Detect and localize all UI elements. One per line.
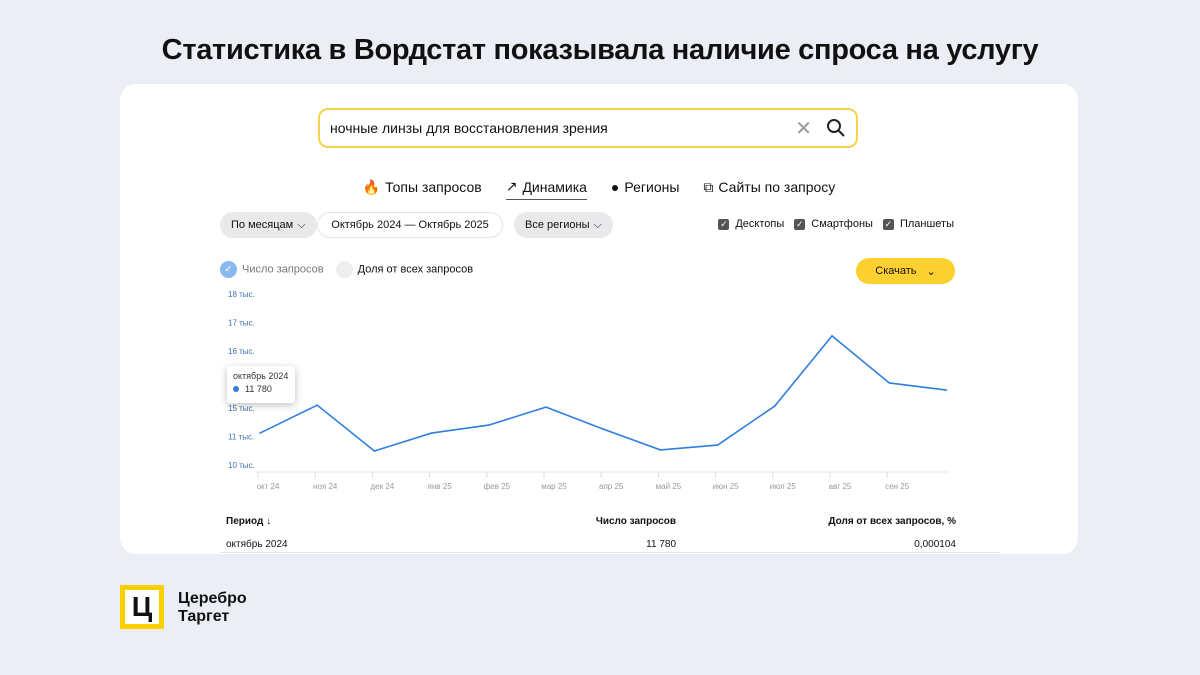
row-divider bbox=[220, 552, 1000, 553]
cell-count: 11 780 bbox=[646, 539, 676, 550]
data-point bbox=[430, 432, 433, 434]
x-tick-label: фев 25 bbox=[484, 482, 511, 491]
series-line bbox=[259, 334, 947, 452]
x-tick-label: июл 25 bbox=[770, 482, 797, 491]
chart-tooltip: октябрь 2024 11 780 bbox=[227, 366, 295, 403]
cell-period: октябрь 2024 bbox=[226, 539, 288, 550]
data-point bbox=[831, 335, 833, 337]
x-tick-label: апр 25 bbox=[599, 482, 624, 491]
x-tick-label: дек 24 bbox=[371, 482, 395, 491]
data-point bbox=[716, 444, 719, 446]
x-tick-label: июн 25 bbox=[713, 482, 740, 491]
x-tick-label: сен 25 bbox=[885, 482, 910, 491]
brand-logo: Ц bbox=[120, 585, 164, 629]
data-point bbox=[945, 389, 948, 391]
data-point bbox=[774, 405, 776, 407]
column-header-count[interactable]: Число запросов bbox=[596, 516, 676, 527]
x-tick-label: мар 25 bbox=[541, 482, 567, 491]
data-point bbox=[316, 404, 318, 406]
x-tick-label: окт 24 bbox=[257, 482, 280, 491]
x-tick-label: май 25 bbox=[656, 482, 682, 491]
brand-line1: Церебро bbox=[178, 590, 247, 607]
series-dot-icon bbox=[233, 386, 239, 392]
brand-name: Церебро Таргет bbox=[178, 590, 247, 626]
y-tick-label: 16 тыс. bbox=[228, 347, 255, 356]
x-tick-label: авг 25 bbox=[829, 482, 852, 491]
y-tick-label: 18 тыс. bbox=[228, 290, 255, 299]
line-chart: 10 тыс. 11 тыс. 15 тыс. 16 тыс. 17 тыс. 18 ты… bbox=[228, 290, 948, 491]
tooltip-month: октябрь 2024 bbox=[233, 371, 289, 381]
y-tick-label: 15 тыс. bbox=[228, 404, 255, 413]
data-point bbox=[259, 432, 261, 434]
x-tick-label: ноя 24 bbox=[313, 482, 338, 491]
x-tick-label: янв 25 bbox=[428, 482, 453, 491]
data-point bbox=[659, 449, 662, 451]
data-point bbox=[488, 424, 490, 426]
column-header-period[interactable]: Период ↓ bbox=[226, 516, 271, 527]
data-point bbox=[602, 428, 604, 430]
brand-line2: Таргет bbox=[178, 608, 230, 625]
tooltip-value: 11 780 bbox=[245, 384, 272, 394]
page-title: Статистика в Вордстат показывала наличие… bbox=[161, 34, 1039, 66]
y-tick-label: 10 тыс. bbox=[228, 461, 255, 470]
y-tick-label: 11 тыс. bbox=[228, 433, 254, 442]
y-tick-label: 17 тыс. bbox=[228, 319, 255, 328]
data-point bbox=[888, 382, 890, 384]
data-point bbox=[545, 406, 547, 408]
data-point bbox=[373, 450, 376, 452]
wordstat-panel: ночные линзы для восстановления зрения ✕… bbox=[120, 84, 1078, 554]
column-header-share[interactable]: Доля от всех запросов, % bbox=[828, 516, 956, 527]
cell-share: 0,000104 bbox=[914, 539, 956, 550]
